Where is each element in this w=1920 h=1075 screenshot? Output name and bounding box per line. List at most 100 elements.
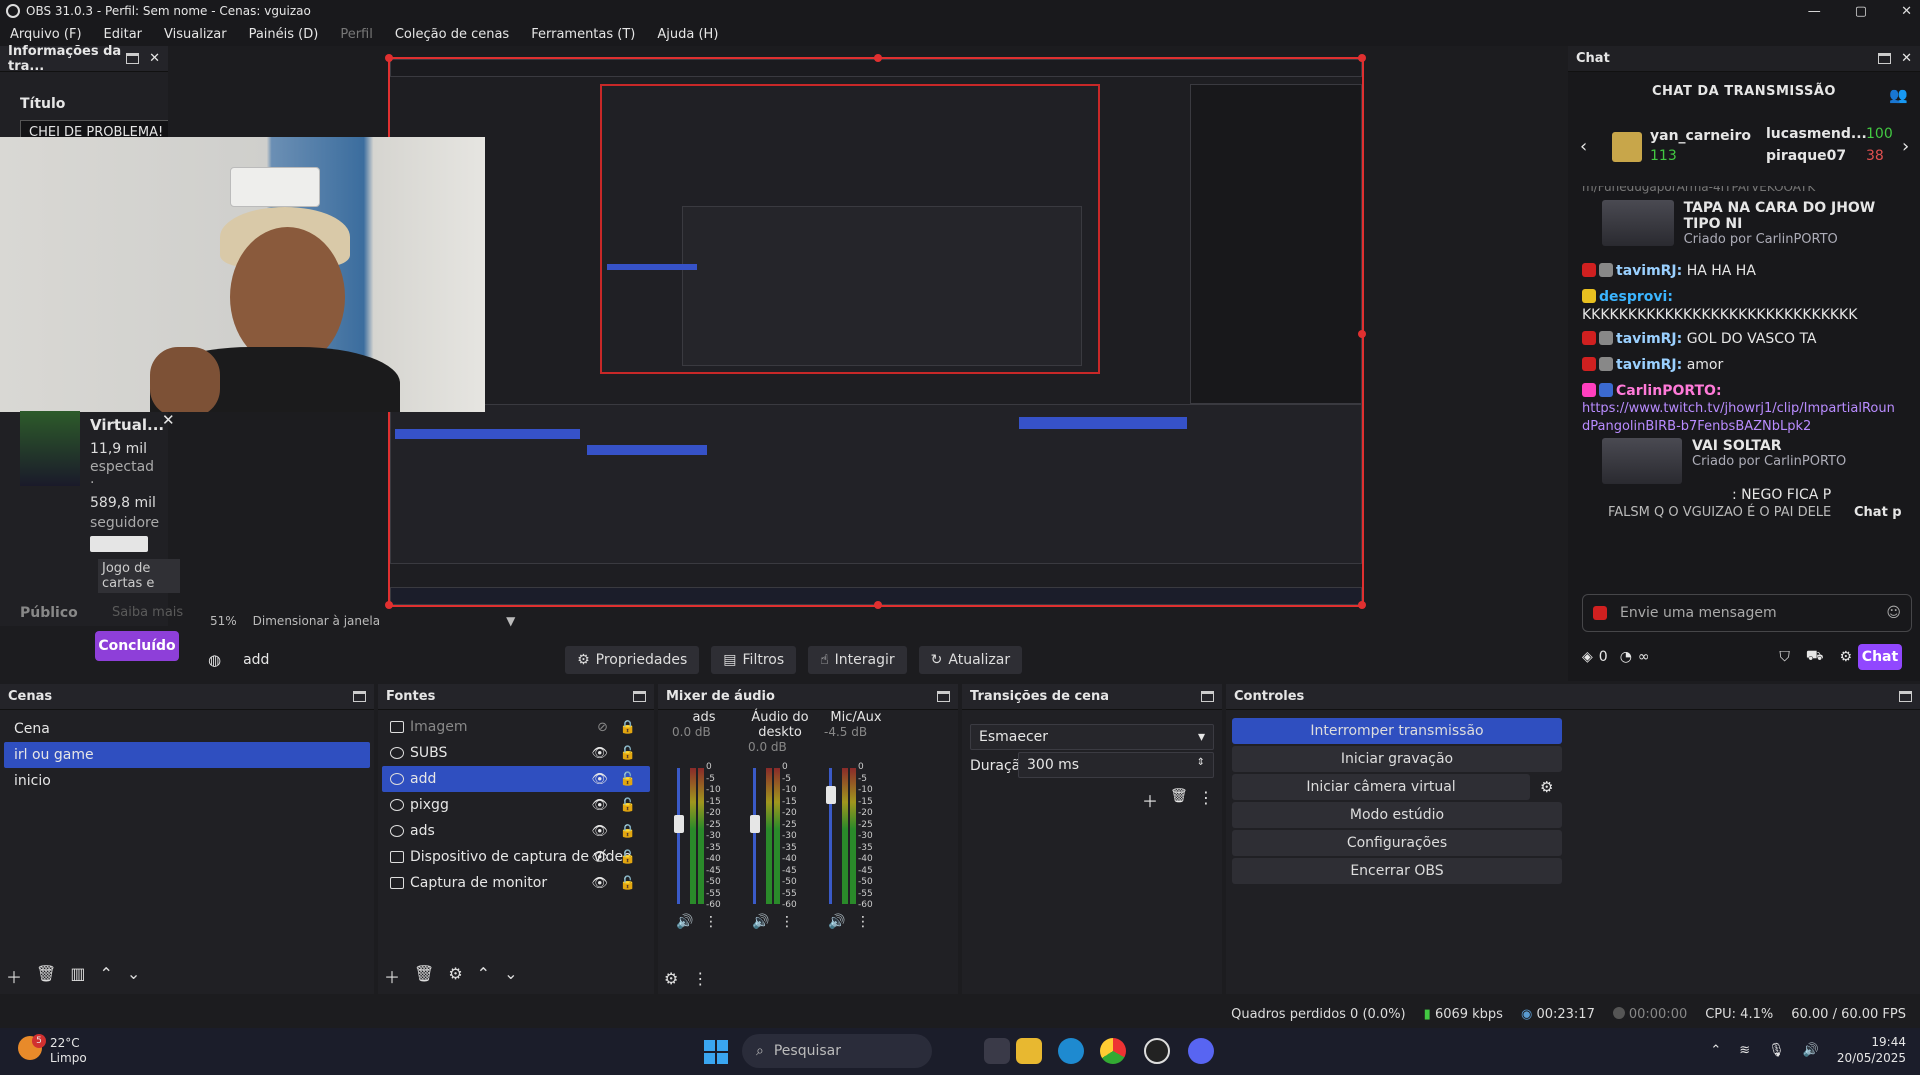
filter-icon[interactable]: ▥ (70, 964, 85, 988)
scene-item[interactable]: Cena (4, 716, 370, 742)
more-icon[interactable]: ⋮ (704, 914, 718, 930)
float-dock-icon[interactable] (633, 691, 646, 702)
float-dock-icon[interactable] (937, 691, 950, 702)
menu-ferramentas[interactable]: Ferramentas (T) (531, 27, 635, 42)
edge-icon[interactable] (1058, 1038, 1084, 1064)
trash-icon[interactable]: 🗑 (414, 964, 434, 988)
zoom-mode[interactable]: Dimensionar à janela (253, 614, 380, 628)
card-scroller[interactable] (90, 536, 148, 552)
discord-icon[interactable] (1188, 1038, 1214, 1064)
interact-button[interactable]: ☝ Interagir (808, 646, 907, 674)
arrow-up-icon[interactable]: ⌃ (99, 964, 112, 988)
resize-handle[interactable] (385, 54, 393, 62)
weather-widget[interactable]: 22°C Limpo (18, 1036, 87, 1066)
source-item[interactable]: ads 👁 🔒 (382, 818, 650, 844)
source-item[interactable]: Captura de monitor 👁 🔓 (382, 870, 650, 896)
transition-select[interactable]: Esmaecer ▾ (970, 724, 1214, 750)
chevron-left-icon[interactable]: ‹ (1580, 136, 1587, 157)
chat-input[interactable]: Envie uma mensagem ☺ (1582, 594, 1912, 632)
more-icon[interactable]: ⋮ (780, 914, 794, 930)
resize-handle[interactable] (1358, 54, 1366, 62)
start-recording-button[interactable]: Iniciar gravação (1232, 746, 1562, 772)
source-item[interactable]: Dispositivo de captura de vídeo 👁 🔓 (382, 844, 650, 870)
float-dock-icon[interactable] (353, 691, 366, 702)
unlock-icon[interactable]: 🔓 (620, 746, 636, 761)
eye-icon[interactable]: 👁 (591, 798, 608, 813)
eye-hidden-icon[interactable]: ⊘ (597, 720, 608, 735)
more-icon[interactable]: ⋮ (1198, 788, 1214, 807)
menu-editar[interactable]: Editar (104, 27, 143, 42)
eye-icon[interactable]: 👁 (591, 876, 608, 891)
add-icon[interactable]: ＋ (1142, 788, 1158, 812)
eye-icon[interactable]: 👁 (591, 746, 608, 761)
chat-send-button[interactable]: Chat (1858, 644, 1902, 670)
resize-handle[interactable] (385, 601, 393, 609)
clock[interactable]: 19:44 20/05/2025 (1837, 1034, 1906, 1066)
settings-icon[interactable]: ⚙ (1839, 649, 1852, 665)
source-item-selected[interactable]: add 👁 🔓 (382, 766, 650, 792)
done-button[interactable]: Concluído (95, 631, 179, 661)
shield-icon[interactable]: ⛉ (1779, 649, 1790, 665)
taskbar-search[interactable]: ⌕ Pesquisar (742, 1034, 932, 1068)
preview-canvas[interactable] (385, 54, 1366, 609)
resize-handle[interactable] (1358, 330, 1366, 338)
speaker-icon[interactable]: 🔊 (828, 914, 845, 930)
channel-points-icon[interactable]: ◈ (1582, 649, 1593, 665)
more-icon[interactable]: ⋮ (692, 969, 708, 988)
float-dock-icon[interactable] (1878, 53, 1892, 64)
stop-streaming-button[interactable]: Interromper transmissão (1232, 718, 1562, 744)
exit-obs-button[interactable]: Encerrar OBS (1232, 858, 1562, 884)
arrow-down-icon[interactable]: ⌄ (127, 964, 140, 988)
task-view-icon[interactable] (984, 1038, 1010, 1064)
learn-more-link[interactable]: Saiba mais (112, 605, 183, 620)
resize-handle[interactable] (1358, 601, 1366, 609)
chat-pause-label[interactable]: Chat p (1854, 504, 1902, 522)
advanced-audio-icon[interactable]: ⚙ (664, 969, 678, 988)
chevron-right-icon[interactable]: › (1902, 136, 1909, 157)
clip-card[interactable]: TAPA NA CARA DO JHOW TIPO NI Criado por C… (1602, 200, 1912, 248)
menu-perfil[interactable]: Perfil (340, 27, 373, 42)
chevron-up-icon[interactable]: ⌃ (1710, 1043, 1721, 1058)
menu-paineis[interactable]: Painéis (D) (249, 27, 319, 42)
unlock-icon[interactable]: 🔓 (620, 772, 636, 787)
fader-knob[interactable] (750, 815, 760, 834)
float-dock-icon[interactable] (1201, 691, 1214, 702)
resize-handle[interactable] (874, 54, 882, 62)
file-explorer-icon[interactable] (1016, 1038, 1042, 1064)
trash-icon[interactable]: 🗑 (1170, 788, 1188, 804)
unlock-icon[interactable]: 🔓 (620, 876, 636, 891)
properties-button[interactable]: ⚙ Propriedades (565, 646, 700, 674)
resize-handle[interactable] (874, 601, 882, 609)
arrow-up-icon[interactable]: ⌃ (477, 964, 490, 988)
maximize-button[interactable]: ▢ (1855, 4, 1867, 19)
scene-item[interactable]: inicio (4, 768, 370, 794)
wifi-icon[interactable]: ≋ (1739, 1043, 1750, 1058)
close-dock-icon[interactable]: ✕ (149, 51, 160, 66)
clip-card[interactable]: VAI SOLTAR Criado por CarlinPORTO (1602, 438, 1846, 486)
mic-icon[interactable]: 🎙 (1768, 1043, 1785, 1058)
add-icon[interactable]: ＋ (6, 964, 22, 988)
volume-fader[interactable] (753, 768, 756, 904)
eye-icon[interactable]: 👁 (591, 824, 608, 839)
unlock-icon[interactable]: 🔓 (620, 850, 636, 865)
studio-mode-button[interactable]: Modo estúdio (1232, 802, 1562, 828)
trash-icon[interactable]: 🗑 (36, 964, 56, 988)
float-dock-icon[interactable] (126, 53, 140, 64)
virtual-camera-settings-icon[interactable]: ⚙ (1540, 778, 1553, 796)
volume-icon[interactable]: 🔊 (1803, 1043, 1819, 1058)
settings-button[interactable]: Configurações (1232, 830, 1562, 856)
scene-item-selected[interactable]: irl ou game (4, 742, 370, 768)
fader-knob[interactable] (674, 815, 684, 834)
arrow-down-icon[interactable]: ⌄ (504, 964, 517, 988)
chat-link[interactable]: https://www.twitch.tv/jhowrj1/clip/Impar… (1582, 400, 1902, 436)
category-tag[interactable]: Jogo de cartas e (98, 559, 180, 593)
lock-icon[interactable]: 🔒 (620, 824, 636, 839)
speaker-icon[interactable]: 🔊 (752, 914, 769, 930)
source-item[interactable]: SUBS 👁 🔓 (382, 740, 650, 766)
cart-icon[interactable]: ⛟ (1806, 648, 1824, 666)
add-icon[interactable]: ＋ (384, 964, 400, 988)
eye-icon[interactable]: 👁 (591, 772, 608, 787)
menu-ajuda[interactable]: Ajuda (H) (657, 27, 718, 42)
obs-taskbar-icon[interactable] (1144, 1038, 1170, 1064)
menu-visualizar[interactable]: Visualizar (164, 27, 227, 42)
